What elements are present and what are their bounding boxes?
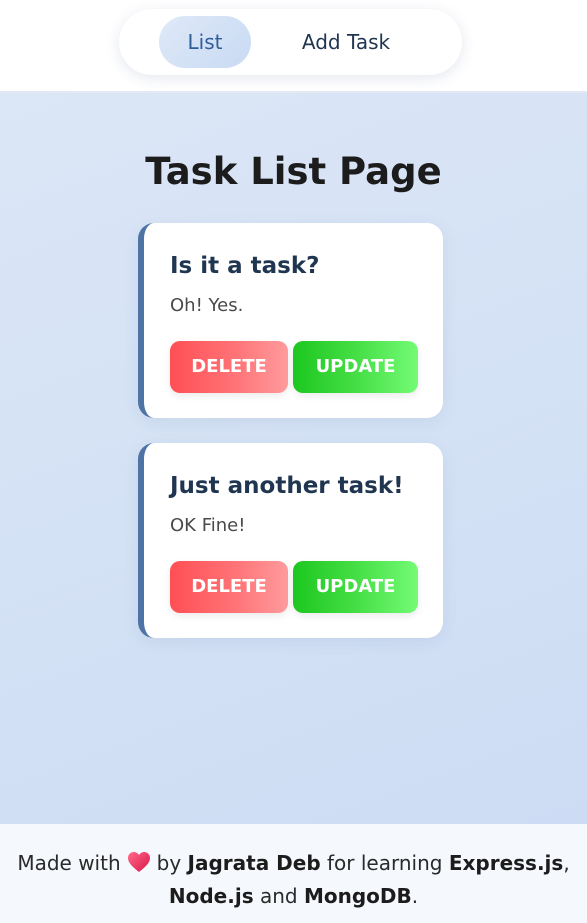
footer-period: . [411,884,419,908]
nav-pill: List Add Task [119,9,462,75]
footer-line-2: Node.js and MongoDB. [0,881,587,911]
footer-line-1: Made with by Jagrata Deb for learning Exp… [0,848,587,881]
footer-author: Jagrata Deb [187,851,321,875]
main-content: Task List Page Is it a task? Oh! Yes. DE… [0,93,587,824]
delete-button[interactable]: DELETE [170,561,288,613]
footer-tech-express: Express.js [448,851,564,875]
nav-add-task-link[interactable]: Add Task [277,16,415,68]
update-button[interactable]: UPDATE [293,561,418,613]
task-title: Just another task! [170,473,404,499]
task-title: Is it a task? [170,253,320,279]
footer-comma: , [563,851,570,875]
top-navbar: List Add Task [0,0,587,93]
footer-and: and [259,884,298,908]
footer: Made with by Jagrata Deb for learning Exp… [0,824,587,923]
task-description: OK Fine! [170,515,246,536]
delete-button[interactable]: DELETE [170,341,288,393]
task-description: Oh! Yes. [170,295,244,316]
footer-for-learning: for learning [327,851,443,875]
task-card: Is it a task? Oh! Yes. DELETE UPDATE [138,223,443,418]
footer-made-with: Made with [17,851,121,875]
task-card: Just another task! OK Fine! DELETE UPDAT… [138,443,443,638]
page-title: Task List Page [145,150,442,193]
footer-by: by [156,851,182,875]
heart-icon [127,851,151,881]
update-button[interactable]: UPDATE [293,341,418,393]
footer-tech-mongodb: MongoDB [303,884,412,908]
nav-list-link[interactable]: List [159,16,251,68]
footer-tech-node: Node.js [168,884,254,908]
